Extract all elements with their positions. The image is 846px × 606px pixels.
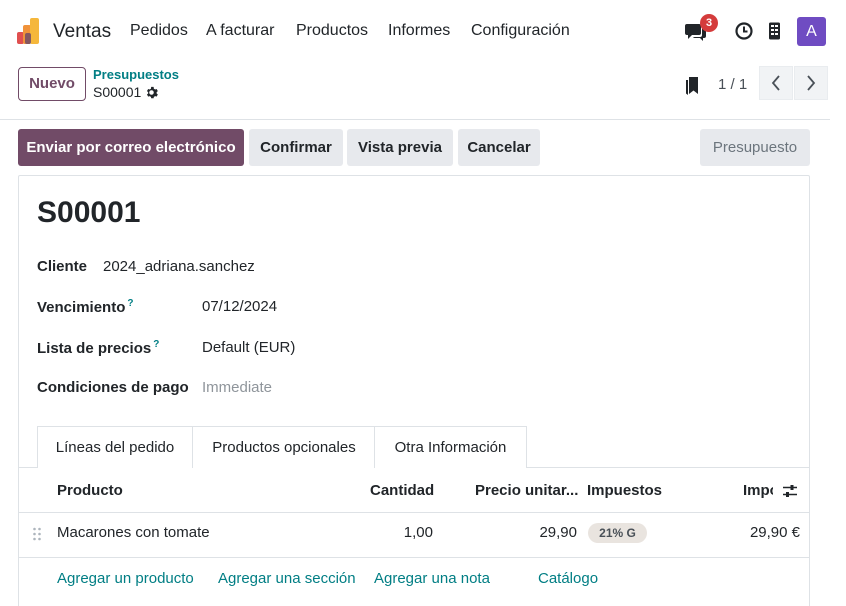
expiry-label: Vencimiento? xyxy=(37,298,133,316)
help-icon[interactable]: ? xyxy=(127,298,133,309)
app-name[interactable]: Ventas xyxy=(53,21,111,43)
payment-terms-field[interactable]: Immediate xyxy=(202,379,272,396)
user-avatar[interactable]: A xyxy=(797,17,826,46)
expiry-field[interactable]: 07/12/2024 xyxy=(202,298,277,315)
add-product-link[interactable]: Agregar un producto xyxy=(57,570,194,587)
top-navbar: Ventas Pedidos A facturar Productos Info… xyxy=(0,0,846,62)
customer-label: Cliente xyxy=(37,258,88,275)
phone-icon[interactable] xyxy=(768,22,781,40)
chat-badge: 3 xyxy=(700,14,718,32)
pricelist-label: Lista de precios? xyxy=(37,339,159,357)
menu-configuracion[interactable]: Configuración xyxy=(471,22,570,40)
cell-product[interactable]: Macarones con tomate xyxy=(57,524,210,541)
bookmark-icon[interactable] xyxy=(684,76,700,96)
tab-order-lines[interactable]: Líneas del pedido xyxy=(37,426,193,468)
column-amount[interactable]: Impo xyxy=(743,482,773,499)
confirm-button[interactable]: Confirmar xyxy=(249,129,343,166)
gear-icon[interactable] xyxy=(145,86,159,99)
menu-informes[interactable]: Informes xyxy=(388,22,450,40)
help-icon[interactable]: ? xyxy=(153,339,159,350)
row-divider xyxy=(18,557,810,558)
column-taxes[interactable]: Impuestos xyxy=(587,482,662,499)
add-note-link[interactable]: Agregar una nota xyxy=(374,570,490,587)
menu-pedidos[interactable]: Pedidos xyxy=(130,22,188,40)
menu-productos[interactable]: Productos xyxy=(296,22,368,40)
customer-field[interactable]: 2024_adriana.sanchez xyxy=(103,258,255,275)
pager-next-button[interactable] xyxy=(794,66,828,100)
column-settings-icon[interactable] xyxy=(782,483,798,499)
chevron-right-icon xyxy=(807,75,816,91)
notebook-tabs: Líneas del pedido Productos opcionales O… xyxy=(18,426,810,468)
new-button[interactable]: Nuevo xyxy=(18,67,86,101)
column-product[interactable]: Producto xyxy=(57,482,123,499)
status-quotation[interactable]: Presupuesto xyxy=(700,129,810,166)
tab-other-info[interactable]: Otra Información xyxy=(374,426,527,468)
app-logo-icon[interactable] xyxy=(17,18,43,44)
column-quantity[interactable]: Cantidad xyxy=(370,482,434,499)
menu-a-facturar[interactable]: A facturar xyxy=(206,22,274,40)
add-section-link[interactable]: Agregar una sección xyxy=(218,570,356,587)
cell-unit-price[interactable]: 29,90 xyxy=(475,524,577,541)
pricelist-label-text: Lista de precios xyxy=(37,340,152,357)
drag-handle-icon[interactable] xyxy=(32,527,42,541)
tax-badge[interactable]: 21% G xyxy=(588,523,647,543)
preview-button[interactable]: Vista previa xyxy=(347,129,453,166)
record-title: S00001 xyxy=(37,196,141,229)
send-email-button[interactable]: Enviar por correo electrónico xyxy=(18,129,244,166)
tab-optional-products[interactable]: Productos opcionales xyxy=(193,426,375,468)
clock-icon[interactable] xyxy=(735,22,753,40)
pager-previous-button[interactable] xyxy=(759,66,793,100)
pager-value[interactable]: 1 / 1 xyxy=(718,76,747,93)
breadcrumb-parent[interactable]: Presupuestos xyxy=(93,67,179,82)
control-panel: Nuevo Presupuestos S00001 1 / 1 xyxy=(0,62,830,120)
cancel-button[interactable]: Cancelar xyxy=(458,129,540,166)
breadcrumb-current-label: S00001 xyxy=(93,84,142,100)
pricelist-field[interactable]: Default (EUR) xyxy=(202,339,295,356)
breadcrumb-current: S00001 xyxy=(93,84,159,100)
column-unit-price[interactable]: Precio unitar... xyxy=(475,482,578,499)
chevron-left-icon xyxy=(771,75,780,91)
cell-amount: 29,90 € xyxy=(749,524,800,541)
cell-quantity[interactable]: 1,00 xyxy=(370,524,433,541)
expiry-label-text: Vencimiento xyxy=(37,299,126,316)
payment-terms-label: Condiciones de pago xyxy=(37,379,189,396)
catalog-link[interactable]: Catálogo xyxy=(538,570,598,587)
